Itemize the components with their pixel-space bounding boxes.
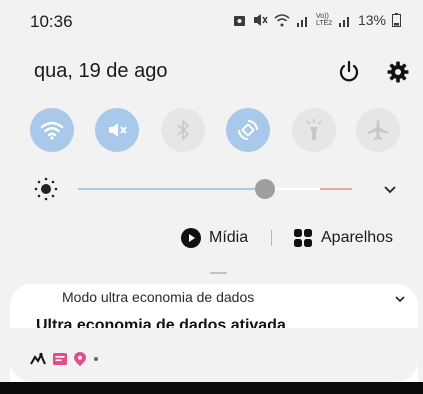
chevron-down-icon[interactable] (381, 180, 399, 198)
quick-settings-tiles (30, 108, 400, 152)
battery-icon (392, 13, 401, 27)
date-label: qua, 19 de ago (34, 60, 168, 82)
brightness-icon (34, 177, 58, 201)
header-row: qua, 19 de ago (0, 52, 423, 92)
gear-icon[interactable] (386, 60, 410, 84)
tile-sound-off[interactable] (95, 108, 139, 152)
brightness-track-limit (320, 188, 352, 190)
battery-percent: 13% (357, 12, 386, 28)
tile-airplane[interactable] (356, 108, 400, 152)
airplane-icon (368, 120, 388, 140)
wifi-signal-icon (274, 13, 290, 26)
media-button[interactable]: Mídia (181, 228, 248, 248)
brightness-track-filled (78, 188, 264, 190)
auto-rotate-icon (238, 120, 258, 140)
sound-off-icon (109, 123, 127, 137)
more-notifications-dot-icon (94, 357, 98, 361)
brightness-row (0, 170, 423, 210)
brightness-slider-knob[interactable] (255, 179, 275, 199)
notification-header: Modo ultra economia de dados (62, 289, 255, 305)
tile-flashlight[interactable] (292, 108, 336, 152)
notification-icon-tray (10, 330, 418, 382)
power-icon[interactable] (337, 60, 361, 84)
volte-indicator: Vo)) LTE2 (315, 13, 333, 27)
mute-icon (253, 14, 268, 26)
bluetooth-icon (177, 119, 190, 141)
chevron-down-icon[interactable] (393, 292, 407, 306)
devices-label: Aparelhos (321, 229, 394, 246)
tray-icons (30, 352, 99, 366)
tile-bluetooth[interactable] (161, 108, 205, 152)
panel-drag-handle[interactable] (210, 272, 227, 274)
tile-auto-rotate[interactable] (226, 108, 270, 152)
devices-button[interactable]: Aparelhos (293, 228, 393, 248)
status-icons: Vo)) LTE2 13% (233, 12, 401, 28)
play-icon (181, 228, 201, 248)
flashlight-icon (306, 119, 322, 140)
location-pin-icon (74, 352, 86, 366)
message-icon (53, 353, 67, 365)
wifi-icon (40, 121, 64, 140)
status-bar: 10:36 Vo)) LTE2 13% (0, 0, 423, 44)
photo-icon (233, 15, 245, 26)
bottom-edge (0, 382, 423, 394)
status-time: 10:36 (30, 12, 73, 31)
data-saver-icon (30, 352, 46, 365)
media-label: Mídia (209, 229, 249, 246)
media-devices-row: Mídia Aparelhos (0, 224, 423, 256)
devices-icon (294, 229, 312, 247)
tile-wifi[interactable] (30, 108, 74, 152)
signal-icon (338, 16, 349, 27)
divider (271, 230, 272, 246)
signal-icon (296, 16, 307, 27)
